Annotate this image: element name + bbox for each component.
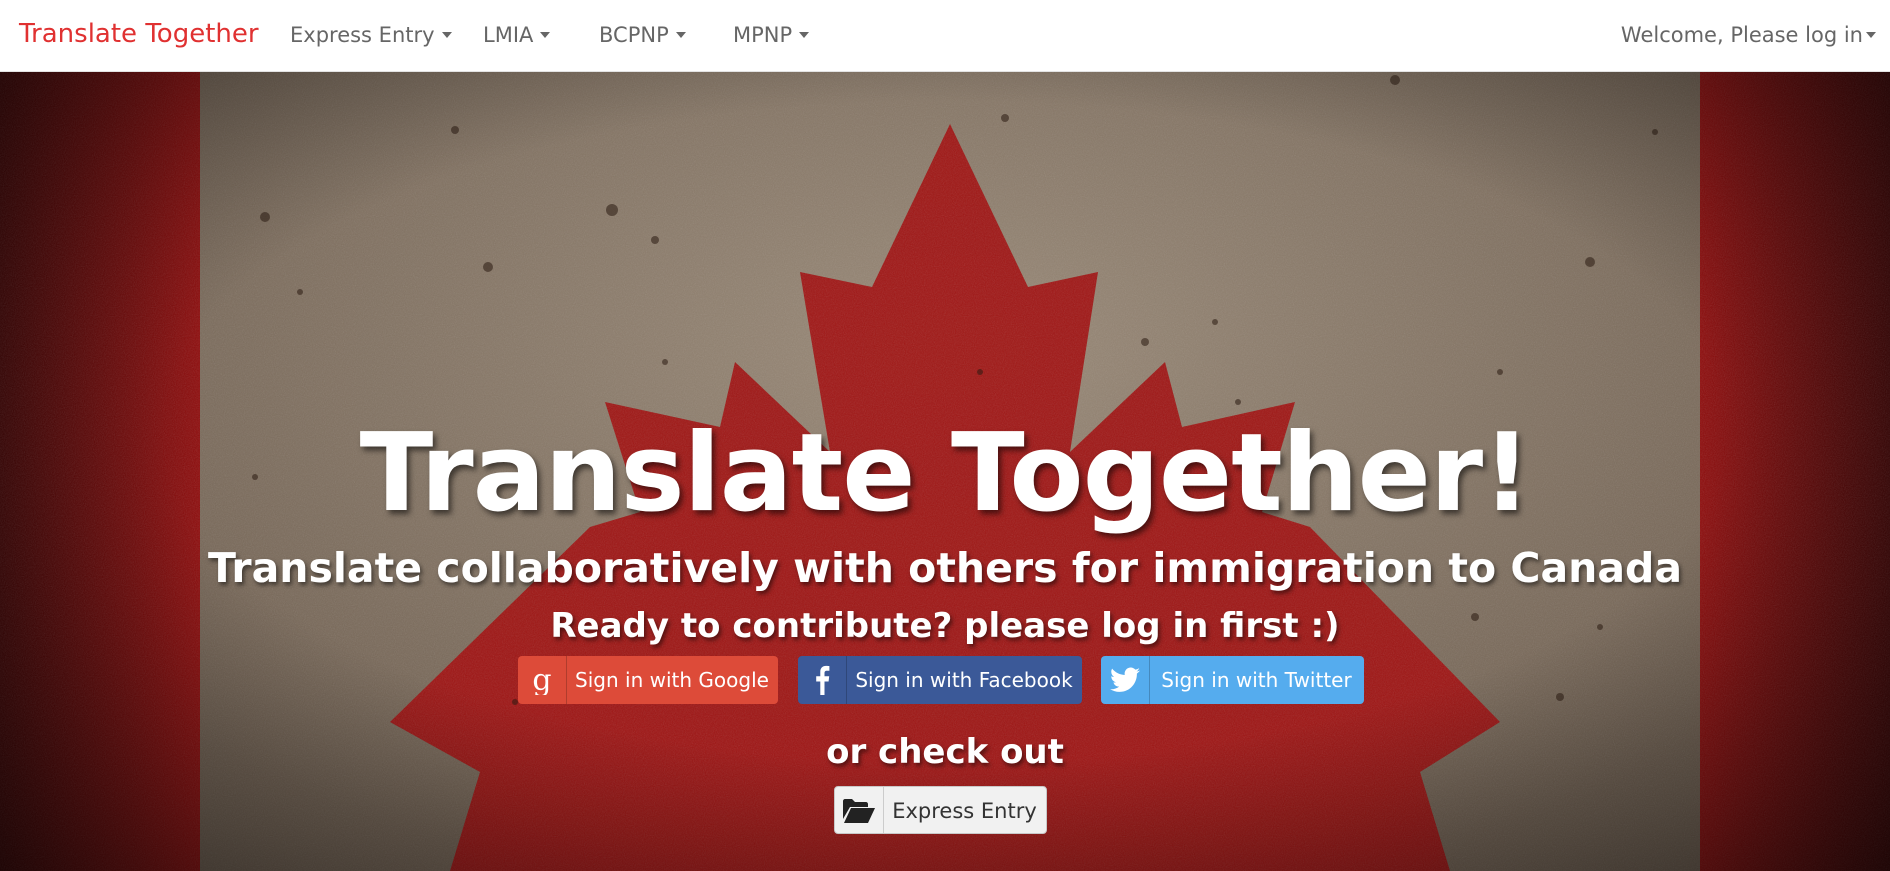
hero-section: Translate Together! Translate collaborat… [0, 72, 1890, 871]
twitter-icon [1101, 656, 1150, 704]
user-login-menu[interactable]: Welcome, Please log in [1621, 0, 1876, 72]
facebook-icon [798, 656, 847, 704]
user-login-label: Welcome, Please log in [1620, 23, 1863, 47]
top-navbar: Translate Together Express Entry LMIA BC… [0, 0, 1890, 72]
express-entry-label: Express Entry [892, 799, 1037, 823]
sign-in-twitter-label: Sign in with Twitter [1161, 668, 1352, 692]
nav-menu-bcpnp[interactable]: BCPNP [599, 0, 686, 72]
sign-in-facebook-label: Sign in with Facebook [855, 668, 1073, 692]
caret-down-icon [1866, 32, 1876, 38]
nav-menu-label: Express Entry [290, 23, 435, 47]
sign-in-facebook-button[interactable]: Sign in with Facebook [798, 656, 1082, 704]
hero-subtitle: Translate collaboratively with others fo… [207, 544, 1683, 592]
sign-in-google-button[interactable]: g Sign in with Google [518, 656, 778, 704]
caret-down-icon [441, 32, 452, 38]
caret-down-icon [799, 32, 810, 38]
nav-menu-label: MPNP [733, 23, 793, 47]
nav-menu-express-entry[interactable]: Express Entry [290, 0, 452, 72]
caret-down-icon [675, 32, 686, 38]
hero-title: Translate Together! [359, 411, 1532, 536]
google-icon: g [518, 656, 567, 704]
svg-text:g: g [532, 665, 551, 695]
or-check-out-text: or check out [826, 732, 1064, 772]
login-prompt: Ready to contribute? please log in first… [550, 606, 1340, 646]
sign-in-google-label: Sign in with Google [575, 668, 769, 692]
nav-menu-lmia[interactable]: LMIA [483, 0, 551, 72]
brand-link[interactable]: Translate Together [19, 18, 259, 50]
sign-in-twitter-button[interactable]: Sign in with Twitter [1101, 656, 1364, 704]
nav-menu-mpnp[interactable]: MPNP [733, 0, 810, 72]
express-entry-button[interactable]: Express Entry [834, 786, 1047, 834]
nav-menu-label: LMIA [483, 23, 534, 47]
folder-open-icon [835, 787, 884, 833]
caret-down-icon [540, 32, 551, 38]
nav-menu-label: BCPNP [599, 23, 669, 47]
